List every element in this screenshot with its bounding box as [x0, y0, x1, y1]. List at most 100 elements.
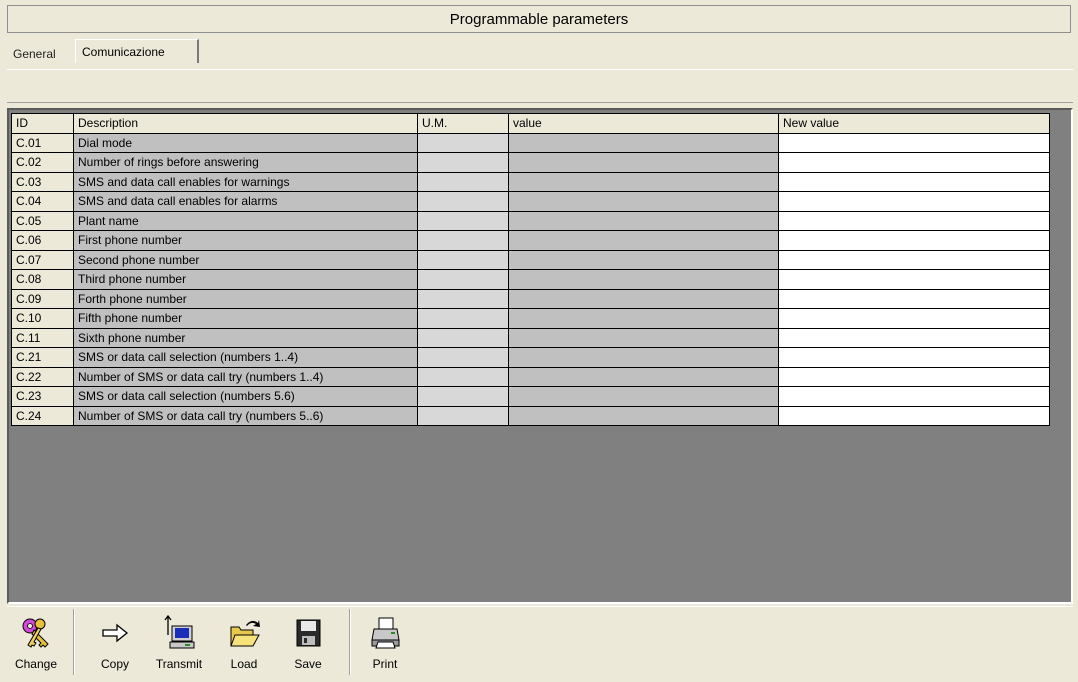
cell-id: C.01 [11, 132, 74, 153]
cell-new-value[interactable] [778, 132, 1050, 153]
cell-id: C.22 [11, 366, 74, 387]
cell-um [417, 269, 509, 290]
parameters-grid-area: ID Description U.M. value New value C.01… [7, 108, 1073, 604]
cell-value [508, 230, 779, 251]
cell-new-value[interactable] [778, 405, 1050, 426]
load-button[interactable]: Load [223, 607, 265, 679]
cell-id: C.21 [11, 347, 74, 368]
table-row[interactable]: C.01 Dial mode [11, 132, 1050, 153]
change-label: Change [14, 657, 58, 671]
print-button[interactable]: Print [365, 607, 405, 679]
cell-description: Number of rings before answering [73, 152, 418, 173]
cell-description: SMS or data call selection (numbers 1..4… [73, 347, 418, 368]
cell-new-value[interactable] [778, 269, 1050, 290]
table-row[interactable]: C.08 Third phone number [11, 269, 1050, 290]
cell-value [508, 308, 779, 329]
cell-new-value[interactable] [778, 249, 1050, 270]
cell-um [417, 327, 509, 348]
transmit-label: Transmit [155, 657, 203, 671]
cell-description: Dial mode [73, 132, 418, 153]
toolbar-separator [73, 609, 75, 675]
table-row[interactable]: C.03 SMS and data call enables for warnin… [11, 171, 1050, 192]
tab-comunicazione[interactable]: Comunicazione [75, 39, 199, 63]
cell-new-value[interactable] [778, 308, 1050, 329]
cell-um [417, 132, 509, 153]
cell-value [508, 171, 779, 192]
print-label: Print [372, 657, 398, 671]
cell-id: C.10 [11, 308, 74, 329]
save-button[interactable]: Save [287, 607, 329, 679]
cell-description: Number of SMS or data call try (numbers … [73, 366, 418, 387]
cell-value [508, 347, 779, 368]
table-row[interactable]: C.02 Number of rings before answering [11, 152, 1050, 173]
tab-general[interactable]: General [7, 42, 75, 66]
table-row[interactable]: C.21 SMS or data call selection (numbers … [11, 347, 1050, 368]
cell-new-value[interactable] [778, 288, 1050, 309]
table-header-row: ID Description U.M. value New value [11, 113, 1050, 134]
cell-new-value[interactable] [778, 347, 1050, 368]
cell-new-value[interactable] [778, 191, 1050, 212]
cell-id: C.02 [11, 152, 74, 173]
cell-um [417, 347, 509, 368]
table-row[interactable]: C.10 Fifth phone number [11, 308, 1050, 329]
bottom-toolbar: Change Copy Transmit Load Save Print [7, 606, 1073, 679]
cell-description: Forth phone number [73, 288, 418, 309]
copy-button[interactable]: Copy [93, 607, 137, 679]
cell-new-value[interactable] [778, 230, 1050, 251]
cell-um [417, 152, 509, 173]
table-row[interactable]: C.07 Second phone number [11, 249, 1050, 270]
table-row[interactable]: C.22 Number of SMS or data call try (numb… [11, 366, 1050, 387]
table-row[interactable]: C.24 Number of SMS or data call try (numb… [11, 405, 1050, 426]
cell-id: C.05 [11, 210, 74, 231]
parameters-table: ID Description U.M. value New value C.01… [11, 113, 1050, 426]
cell-value [508, 405, 779, 426]
cell-um [417, 191, 509, 212]
table-row[interactable]: C.09 Forth phone number [11, 288, 1050, 309]
change-button[interactable]: Change [9, 607, 63, 679]
cell-new-value[interactable] [778, 327, 1050, 348]
cell-description: First phone number [73, 230, 418, 251]
keys-icon [22, 618, 49, 648]
cell-new-value[interactable] [778, 152, 1050, 173]
cell-um [417, 308, 509, 329]
cell-description: Third phone number [73, 269, 418, 290]
cell-new-value[interactable] [778, 366, 1050, 387]
cell-value [508, 269, 779, 290]
column-header-description[interactable]: Description [73, 113, 418, 134]
cell-value [508, 191, 779, 212]
cell-value [508, 327, 779, 348]
floppy-disk-icon [296, 619, 321, 647]
cell-um [417, 210, 509, 231]
cell-description: Sixth phone number [73, 327, 418, 348]
table-row[interactable]: C.05 Plant name [11, 210, 1050, 231]
cell-new-value[interactable] [778, 386, 1050, 407]
column-header-value[interactable]: value [508, 113, 779, 134]
table-row[interactable]: C.06 First phone number [11, 230, 1050, 251]
printer-icon [371, 617, 400, 649]
cell-id: C.04 [11, 191, 74, 212]
cell-um [417, 366, 509, 387]
column-header-id[interactable]: ID [11, 113, 74, 134]
cell-new-value[interactable] [778, 171, 1050, 192]
arrow-right-icon [102, 623, 129, 643]
cell-id: C.24 [11, 405, 74, 426]
cell-um [417, 230, 509, 251]
table-row[interactable]: C.23 SMS or data call selection (numbers … [11, 386, 1050, 407]
cell-id: C.08 [11, 269, 74, 290]
cell-um [417, 288, 509, 309]
transmit-button[interactable]: Transmit [149, 607, 209, 679]
computer-transmit-icon [164, 615, 195, 649]
table-row[interactable]: C.11 Sixth phone number [11, 327, 1050, 348]
cell-description: Fifth phone number [73, 308, 418, 329]
column-header-um[interactable]: U.M. [417, 113, 509, 134]
cell-description: Plant name [73, 210, 418, 231]
cell-value [508, 288, 779, 309]
cell-value [508, 132, 779, 153]
column-header-new-value[interactable]: New value [778, 113, 1050, 134]
cell-new-value[interactable] [778, 210, 1050, 231]
toolbar-separator [349, 609, 351, 675]
table-row[interactable]: C.04 SMS and data call enables for alarms [11, 191, 1050, 212]
cell-um [417, 386, 509, 407]
toolbar-band [7, 69, 1073, 103]
copy-label: Copy [100, 657, 129, 671]
